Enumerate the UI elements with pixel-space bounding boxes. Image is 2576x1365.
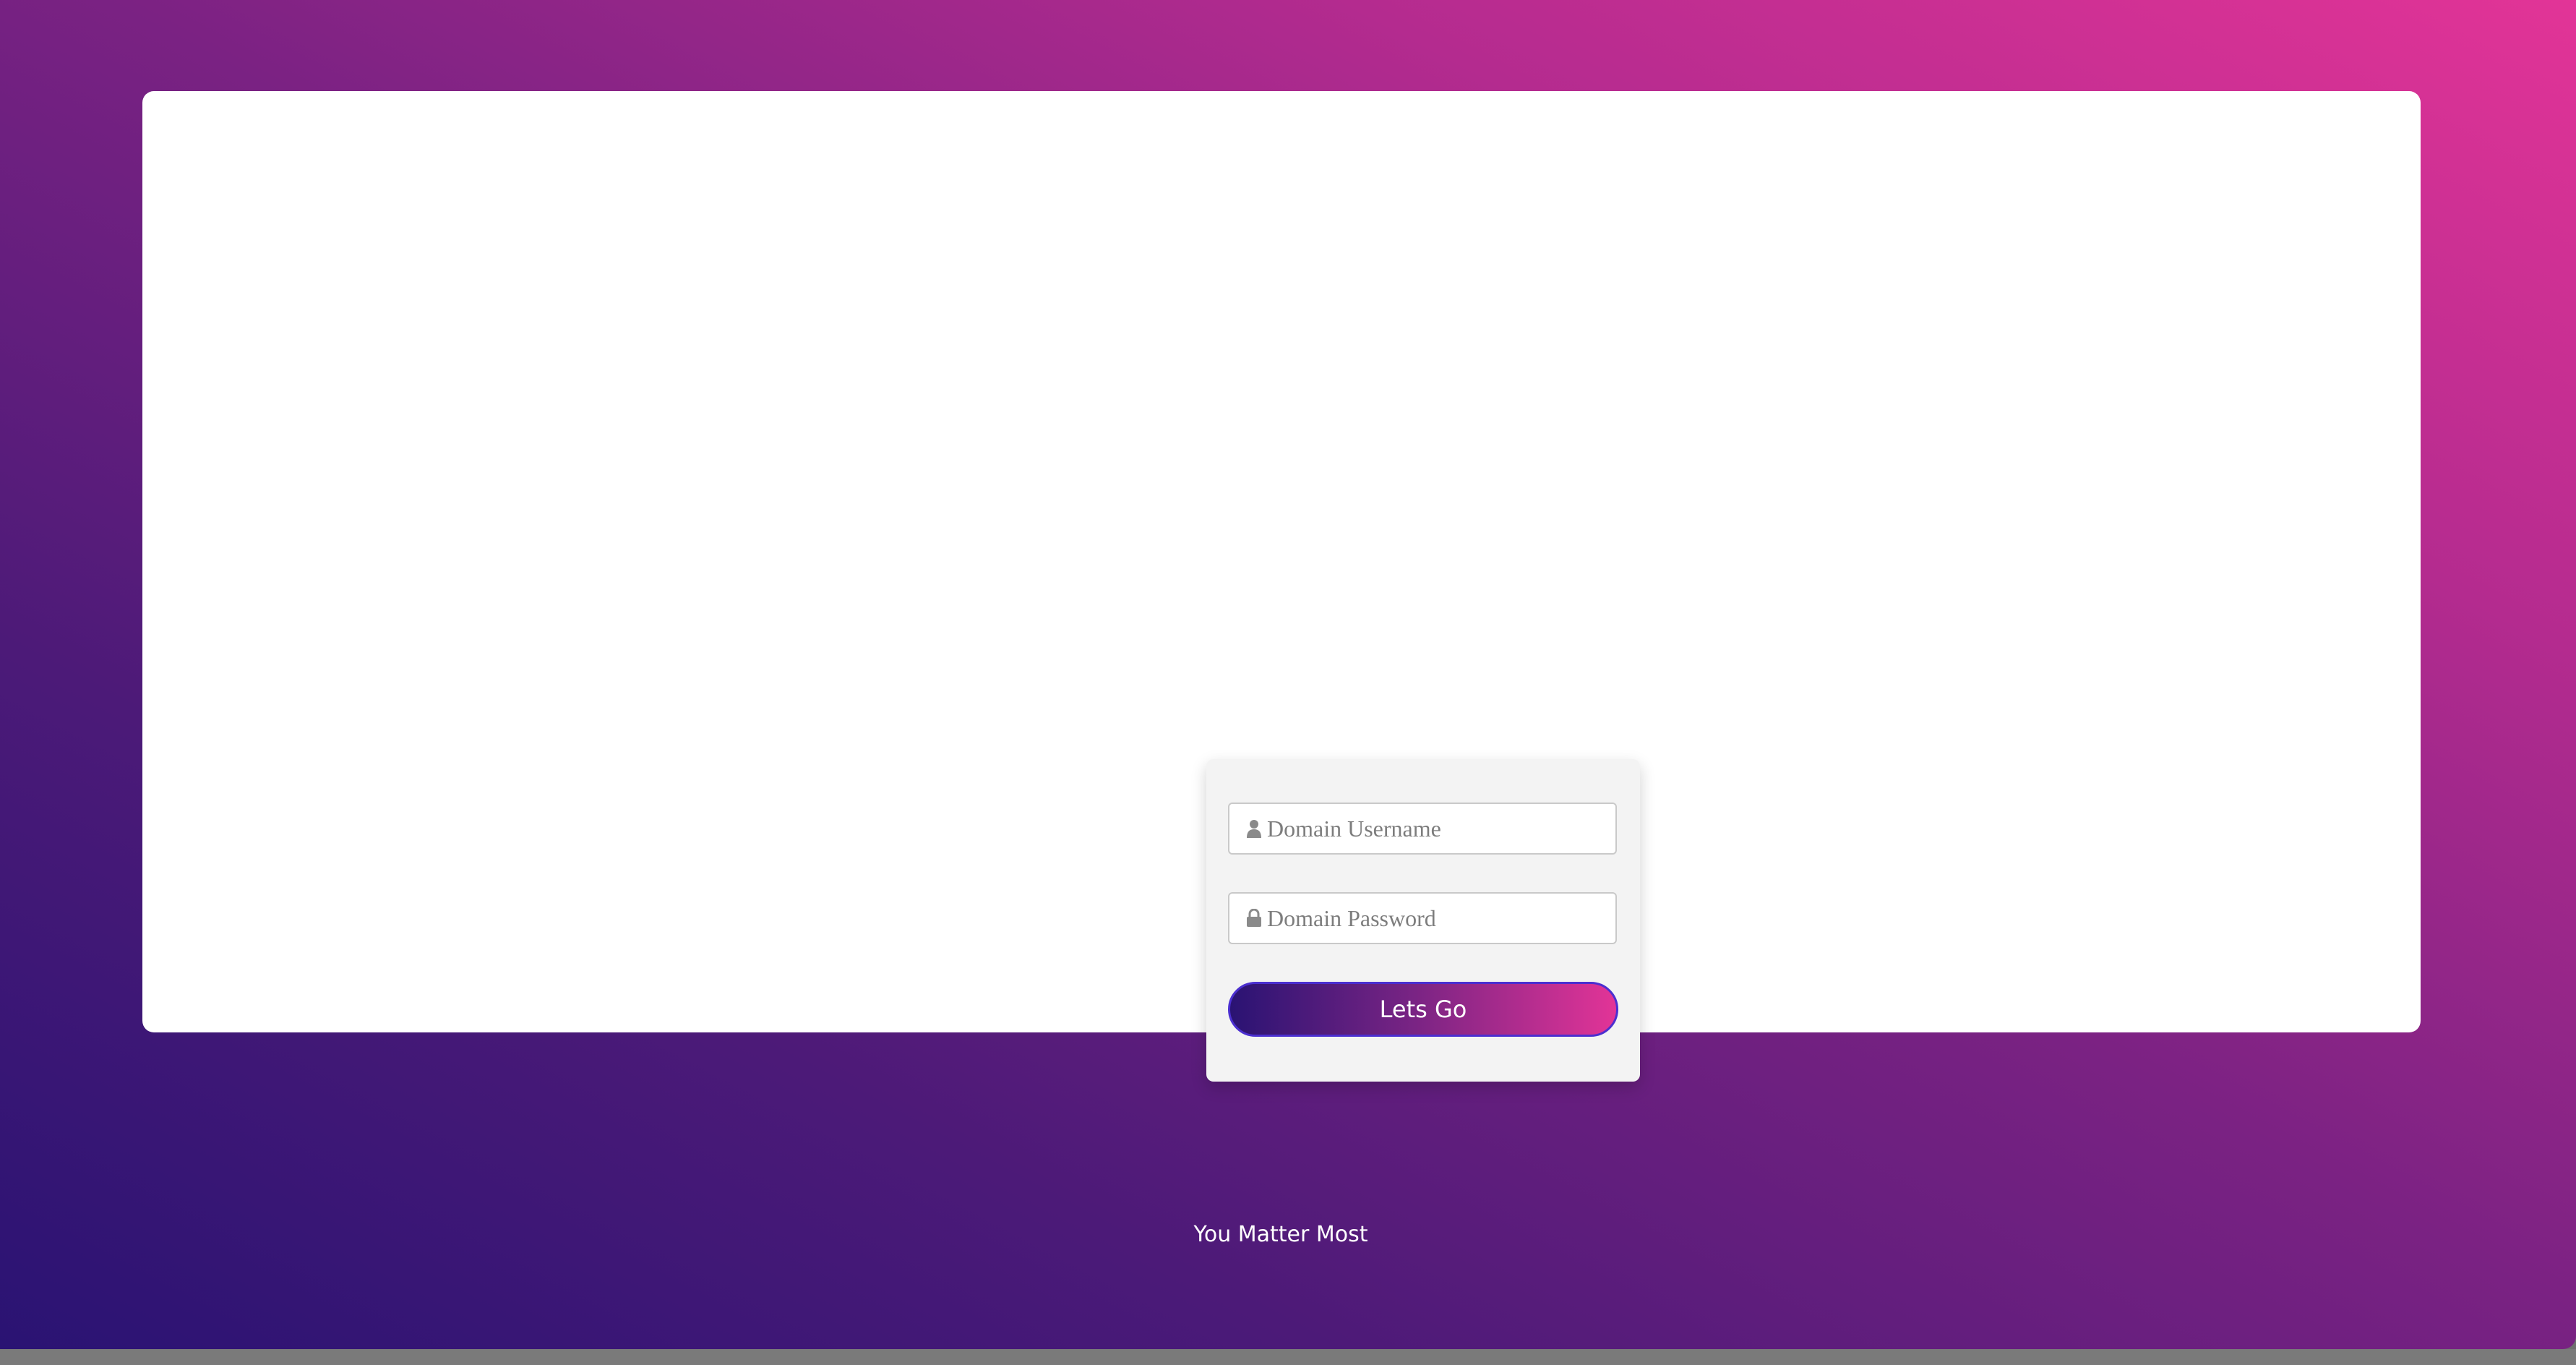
username-input[interactable] (1267, 804, 1615, 853)
password-input[interactable] (1267, 894, 1615, 943)
gradient-background: Lets Go You Matter Most (0, 0, 2576, 1349)
lock-icon (1245, 907, 1263, 929)
bottom-edge-strip (0, 1349, 2576, 1365)
password-field[interactable] (1228, 892, 1617, 944)
user-icon (1245, 818, 1263, 839)
username-field[interactable] (1228, 803, 1617, 855)
lets-go-button[interactable]: Lets Go (1228, 982, 1618, 1037)
lock-icon-graphic (1247, 909, 1261, 927)
page: Lets Go You Matter Most (0, 0, 2576, 1365)
footer-tagline: You Matter Most (1193, 1222, 1368, 1247)
user-icon-graphic (1247, 820, 1261, 838)
content-panel: Lets Go (142, 91, 2421, 1082)
login-form: Lets Go (1206, 759, 1640, 1082)
